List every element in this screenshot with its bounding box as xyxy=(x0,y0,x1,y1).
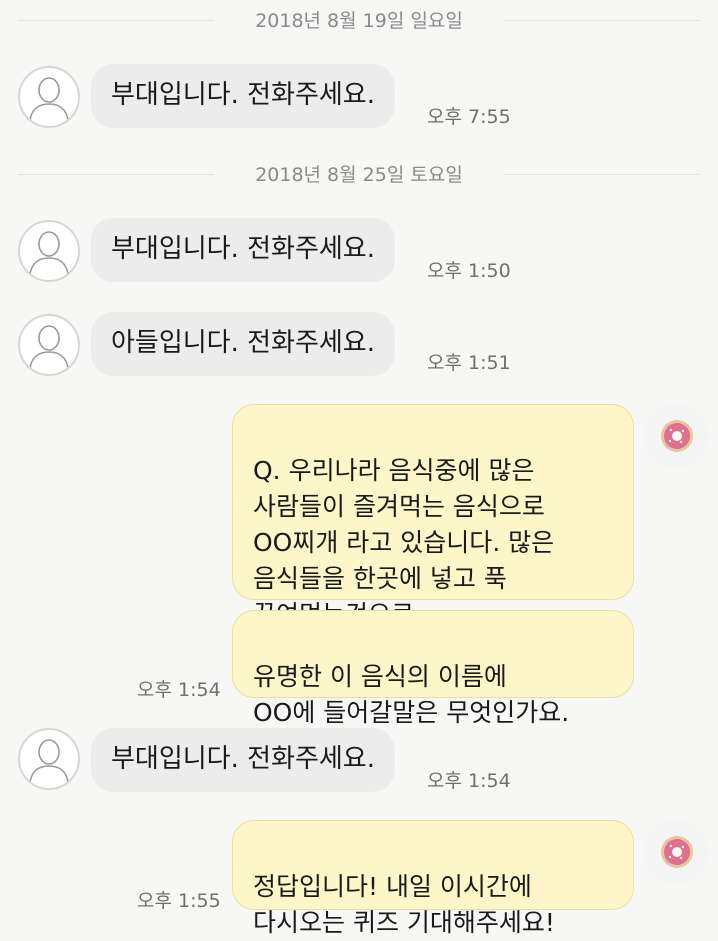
incoming-message-bubble[interactable]: 부대입니다. 전화주세요. xyxy=(91,64,395,128)
contact-avatar[interactable] xyxy=(18,314,80,376)
date-divider: 2018년 8월 25일 토요일 xyxy=(18,163,700,187)
message-time: 오후 1:54 xyxy=(137,679,221,701)
incoming-message-bubble[interactable]: 부대입니다. 전화주세요. xyxy=(91,218,395,282)
message-text: 부대입니다. 전화주세요. xyxy=(111,234,375,264)
self-avatar[interactable] xyxy=(645,404,709,468)
message-time: 오후 7:55 xyxy=(427,106,511,128)
message-text: 부대입니다. 전화주세요. xyxy=(111,80,375,110)
contact-avatar[interactable] xyxy=(18,66,80,128)
person-outline-icon xyxy=(29,325,69,369)
date-label: 2018년 8월 19일 일요일 xyxy=(255,10,463,32)
message-text: 부대입니다. 전화주세요. xyxy=(111,744,375,774)
donut-icon xyxy=(661,420,693,452)
message-text: 아들입니다. 전화주세요. xyxy=(111,328,375,358)
person-outline-icon xyxy=(29,739,69,783)
message-text: 유명한 이 음식의 이름에 OO에 들어갈말은 무엇인가요. xyxy=(253,662,570,727)
incoming-message-bubble[interactable]: 아들입니다. 전화주세요. xyxy=(91,312,395,376)
self-avatar[interactable] xyxy=(645,820,709,884)
date-divider: 2018년 8월 19일 일요일 xyxy=(18,9,700,33)
contact-avatar[interactable] xyxy=(18,728,80,790)
message-time: 오후 1:55 xyxy=(137,890,221,912)
message-time: 오후 1:54 xyxy=(427,770,511,792)
outgoing-message-bubble[interactable]: 정답입니다! 내일 이시간에 다시오는 퀴즈 기대해주세요! xyxy=(232,820,634,937)
donut-icon xyxy=(661,836,693,868)
message-time: 오후 1:51 xyxy=(427,352,511,374)
contact-avatar[interactable] xyxy=(18,220,80,282)
date-label: 2018년 8월 25일 토요일 xyxy=(255,164,463,186)
outgoing-message-bubble[interactable]: 유명한 이 음식의 이름에 OO에 들어갈말은 무엇인가요. xyxy=(232,610,634,727)
person-outline-icon xyxy=(29,231,69,275)
incoming-message-bubble[interactable]: 부대입니다. 전화주세요. xyxy=(91,728,395,792)
outgoing-message-bubble[interactable]: Q. 우리나라 음식중에 많은 사람들이 즐겨먹는 음식으로 OO찌개 라고 있… xyxy=(232,404,634,629)
message-text: 정답입니다! 내일 이시간에 다시오는 퀴즈 기대해주세요! xyxy=(253,872,555,937)
message-text: Q. 우리나라 음식중에 많은 사람들이 즐겨먹는 음식으로 OO찌개 라고 있… xyxy=(253,456,555,629)
message-time: 오후 1:50 xyxy=(427,260,511,282)
person-outline-icon xyxy=(29,77,69,121)
